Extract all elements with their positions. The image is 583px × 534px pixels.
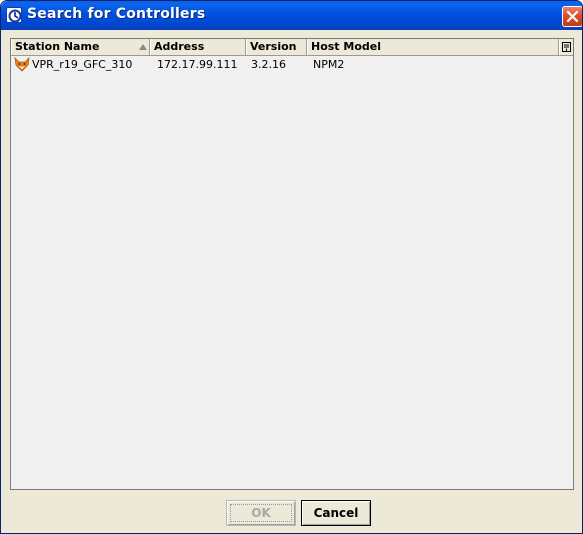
column-label: Address <box>154 40 205 53</box>
table-header: Station Name Address Version Host Model <box>11 39 573 56</box>
title-bar[interactable]: Search for Controllers <box>1 1 582 30</box>
sort-ascending-icon <box>139 44 147 50</box>
search-controllers-dialog: Search for Controllers Station Name Addr… <box>0 0 583 534</box>
column-label: Station Name <box>15 40 100 53</box>
column-header-station-name[interactable]: Station Name <box>11 39 150 55</box>
host-model-cell: NPM2 <box>313 58 345 71</box>
controllers-table[interactable]: Station Name Address Version Host Model <box>10 38 574 490</box>
column-header-host-model[interactable]: Host Model <box>307 39 559 55</box>
app-icon <box>6 7 22 23</box>
column-header-address[interactable]: Address <box>150 39 246 55</box>
window-title: Search for Controllers <box>27 6 206 22</box>
column-chooser-icon <box>562 42 571 52</box>
column-label: Host Model <box>311 40 382 53</box>
fox-icon <box>14 57 30 72</box>
table-row[interactable]: VPR_r19_GFC_310 172.17.99.111 3.2.16 NPM… <box>11 56 573 74</box>
address-cell: 172.17.99.111 <box>157 58 238 71</box>
station-name-cell: VPR_r19_GFC_310 <box>32 58 133 71</box>
cancel-label: Cancel <box>313 506 359 520</box>
ok-label: OK <box>251 506 271 520</box>
ok-button[interactable]: OK <box>226 500 296 526</box>
close-button[interactable] <box>562 6 582 27</box>
column-label: Version <box>250 40 297 53</box>
cancel-button[interactable]: Cancel <box>301 500 371 526</box>
version-cell: 3.2.16 <box>251 58 286 71</box>
column-header-version[interactable]: Version <box>246 39 307 55</box>
close-icon <box>566 10 579 23</box>
column-chooser-button[interactable] <box>559 39 573 55</box>
